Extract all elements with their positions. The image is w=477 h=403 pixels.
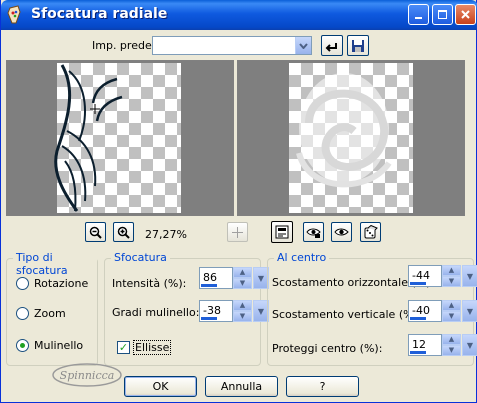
spin-up-icon[interactable]: ▲	[442, 300, 461, 311]
chevron-down-icon[interactable]	[295, 37, 311, 54]
swirl-degrees-label: Gradi mulinello:	[112, 306, 200, 319]
vertical-offset-input[interactable]: -40	[408, 300, 442, 322]
load-preset-button[interactable]	[321, 35, 343, 56]
swirl-strokes	[54, 64, 123, 212]
spin-up-icon[interactable]: ▲	[233, 267, 252, 278]
radio-label-mulinello: Mulinello	[34, 339, 84, 352]
intensity-spinner[interactable]: 86 ▲ ▼ ▼	[199, 267, 269, 289]
radio-rotazione[interactable]: Rotazione	[16, 277, 88, 290]
ok-button[interactable]: OK	[124, 376, 197, 397]
cancel-button[interactable]: Annulla	[205, 376, 278, 397]
zoom-level: 27,27%	[145, 228, 187, 241]
help-button[interactable]: ?	[286, 376, 359, 397]
radio-zoom[interactable]: Zoom	[16, 307, 66, 320]
refresh-arrow-icon	[325, 42, 337, 52]
protect-center-spinner[interactable]: 12 ▲ ▼ ▼	[408, 334, 477, 356]
close-button[interactable]	[455, 4, 476, 25]
horizontal-offset-spinner[interactable]: -44 ▲ ▼ ▼	[408, 265, 477, 287]
lock-eye-icon	[306, 228, 321, 238]
move-icon	[232, 226, 243, 238]
ellipse-checkbox[interactable]: ✓	[117, 341, 130, 354]
spin-down-icon[interactable]: ▼	[442, 276, 461, 287]
intensity-label: Intensità (%):	[112, 277, 187, 290]
swirl-degrees-input[interactable]: -38	[199, 300, 233, 322]
proof-button[interactable]	[271, 221, 293, 243]
dialog-window: Sfocatura radiale Imp. predef.: 27,27% T…	[0, 0, 477, 403]
zoom-out-icon	[89, 226, 102, 239]
radio-button[interactable]	[16, 307, 29, 320]
randomize-button[interactable]	[360, 222, 381, 242]
paint-shop-icon[interactable]	[6, 5, 24, 25]
spin-up-icon[interactable]: ▲	[442, 334, 461, 345]
eye-button[interactable]	[331, 222, 352, 242]
minimize-button[interactable]	[408, 4, 429, 25]
protect-center-input[interactable]: 12	[408, 334, 442, 356]
radio-button[interactable]	[16, 277, 29, 290]
preset-combo[interactable]	[152, 36, 312, 55]
protect-center-label: Proteggi centro (%):	[272, 342, 383, 355]
pan-button[interactable]	[227, 222, 248, 242]
spin-down-icon[interactable]: ▼	[233, 311, 252, 322]
swirl-degrees-spinner[interactable]: -38 ▲ ▼ ▼	[199, 300, 269, 322]
spin-down-icon[interactable]: ▼	[442, 345, 461, 356]
spin-down-icon[interactable]: ▼	[233, 278, 252, 289]
zoom-in-button[interactable]	[113, 222, 134, 242]
vertical-offset-label: Scostamento verticale (%):	[272, 308, 422, 321]
center-legend: Al centro	[274, 251, 330, 264]
chevron-down-icon[interactable]: ▼	[462, 300, 477, 322]
radio-label-rotazione: Rotazione	[34, 277, 89, 290]
chevron-down-icon[interactable]: ▼	[462, 265, 477, 287]
horizontal-offset-input[interactable]: -44	[408, 265, 442, 287]
watermark-logo: Spinnicca	[51, 362, 123, 388]
checkmark-icon: ✓	[118, 341, 129, 354]
zoom-in-icon	[117, 226, 130, 239]
original-preview[interactable]	[6, 60, 234, 216]
proof-icon	[275, 225, 289, 239]
chevron-down-icon[interactable]: ▼	[462, 334, 477, 356]
dice-icon	[364, 224, 378, 238]
spin-up-icon[interactable]: ▲	[442, 265, 461, 276]
result-preview	[237, 60, 465, 216]
window-title: Sfocatura radiale	[31, 6, 168, 22]
spin-up-icon[interactable]: ▲	[233, 300, 252, 311]
blur-legend: Sfocatura	[111, 251, 170, 264]
spin-down-icon[interactable]: ▼	[442, 311, 461, 322]
title-bar[interactable]: Sfocatura radiale	[1, 0, 477, 30]
blur-type-legend: Tipo di sfocatura	[13, 251, 97, 277]
save-preset-button[interactable]	[347, 35, 369, 56]
intensity-input[interactable]: 86	[199, 267, 233, 289]
svg-text:Spinnicca: Spinnicca	[60, 369, 115, 382]
radio-button-selected[interactable]	[16, 339, 29, 352]
eye-icon	[334, 228, 349, 235]
vertical-offset-spinner[interactable]: -40 ▲ ▼ ▼	[408, 300, 477, 322]
floppy-disk-icon	[352, 39, 364, 52]
maximize-button[interactable]	[432, 4, 453, 25]
eye-lock-button[interactable]	[303, 222, 324, 242]
ellipse-label[interactable]: Ellisse	[133, 340, 172, 355]
radio-label-zoom: Zoom	[34, 307, 66, 320]
zoom-out-button[interactable]	[85, 222, 106, 242]
blur-swirl	[296, 73, 392, 188]
radio-mulinello[interactable]: Mulinello	[16, 339, 83, 352]
